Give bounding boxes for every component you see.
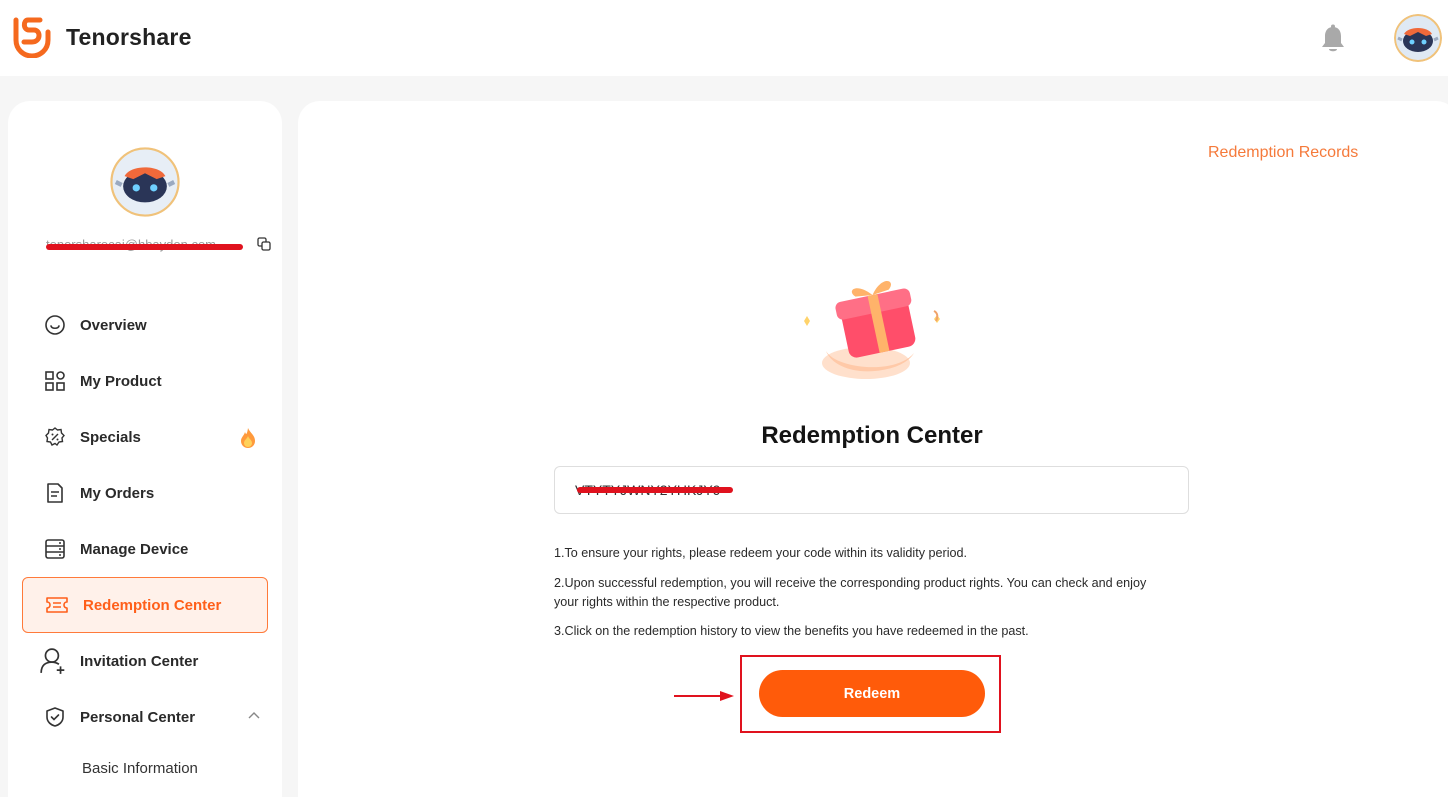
sidebar-item-invitation-center[interactable]: Invitation Center [22,633,268,689]
sidebar-item-label: Overview [80,316,147,334]
robot-avatar-icon [110,147,180,217]
sidebar-item-personal-center[interactable]: Personal Center [22,689,268,745]
redaction-mark [46,244,243,250]
sidebar-item-overview[interactable]: Overview [22,297,268,353]
sidebar-item-label: Invitation Center [80,652,199,670]
grid-icon [45,371,65,391]
redemption-records-link[interactable]: Redemption Records [1208,144,1358,162]
fire-icon [241,428,255,448]
sidebar-subitem-basic-information[interactable]: Basic Information [82,760,198,777]
redaction-mark [577,487,733,493]
discount-badge-icon [45,427,65,447]
sidebar-item-redemption-center[interactable]: Redemption Center [22,577,268,633]
sidebar-item-label: Personal Center [80,708,196,726]
note-line: 1.To ensure your rights, please redeem y… [554,546,968,560]
sidebar-item-my-orders[interactable]: My Orders [22,465,268,521]
sidebar-item-label: Specials [80,428,141,446]
copy-icon[interactable] [257,237,271,251]
page-title: Redemption Center [761,422,983,449]
note-line: 2.Upon successful redemption, you will r… [554,576,1147,609]
user-avatar[interactable] [110,147,180,217]
user-add-icon [40,648,65,674]
ticket-icon [46,597,68,613]
chevron-up-icon[interactable] [248,711,260,721]
sidebar: tenorsharecai@hbaydon.com Overview My Pr… [8,101,282,797]
server-icon [45,539,65,559]
tenorshare-logo-icon [13,17,51,58]
sidebar-item-manage-device[interactable]: Manage Device [22,521,268,577]
robot-avatar-icon [1394,14,1442,62]
shield-check-icon [46,707,64,727]
brand-logo[interactable]: Tenorshare [12,16,192,58]
sidebar-item-specials[interactable]: Specials [22,409,268,465]
smile-circle-icon [45,315,65,335]
document-icon [47,483,63,503]
redeem-button[interactable]: Redeem [759,670,985,717]
annotation-arrow-icon [674,691,734,701]
sidebar-item-label: Redemption Center [83,596,222,614]
header-avatar[interactable] [1394,14,1442,62]
note-line: 3.Click on the redemption history to vie… [554,624,1029,638]
gift-illustration-icon [804,280,940,379]
main-panel: Redemption Records Redemption Center 1.T… [298,101,1448,797]
notification-bell-icon[interactable] [1319,24,1347,54]
sidebar-item-label: My Orders [80,484,155,502]
sidebar-item-label: My Product [80,372,162,390]
sidebar-item-label: Manage Device [80,540,189,558]
sidebar-item-my-product[interactable]: My Product [22,353,268,409]
top-header: Tenorshare [0,0,1448,76]
brand-name: Tenorshare [66,23,192,50]
